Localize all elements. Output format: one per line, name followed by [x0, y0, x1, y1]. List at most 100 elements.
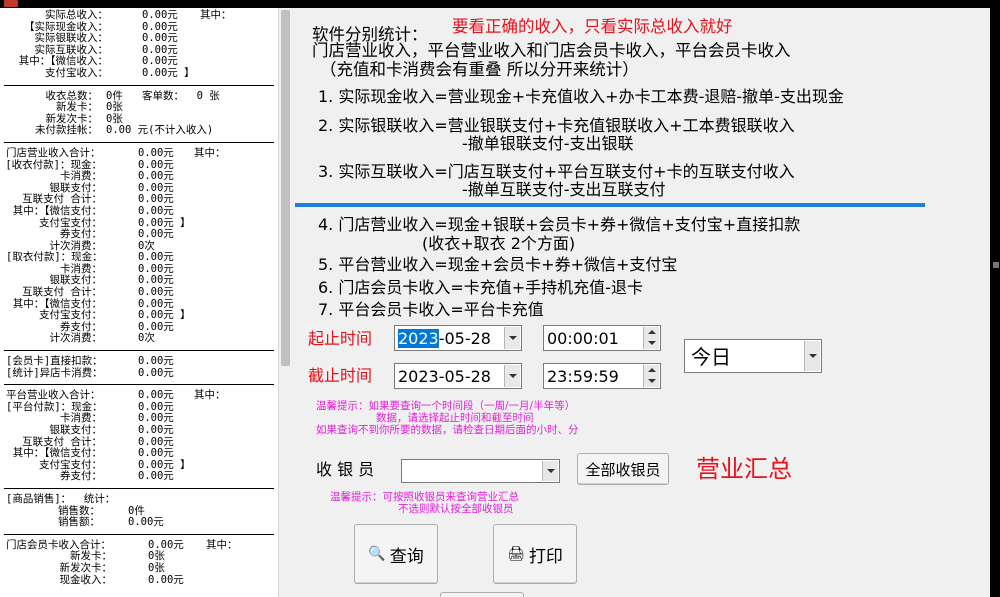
- report-row: 计次消费： 0次: [0, 333, 278, 345]
- report-value: 0.00 元(不计入收入): [106, 124, 214, 137]
- start-time-picker[interactable]: 00:00:01: [543, 325, 661, 351]
- report-row: [商品销售]： 统计：: [0, 493, 278, 506]
- report-separator: [4, 487, 274, 489]
- end-time-spinner[interactable]: [643, 365, 659, 387]
- report-row: 互联支付 合计： 0.00元: [0, 286, 278, 299]
- title-bar: [0, 0, 1000, 8]
- report-label: 门店营业收入合计：: [6, 146, 101, 159]
- report-value: 0次: [138, 332, 155, 345]
- report-row: 门店会员卡收入合计： 0.00元 其中：: [0, 539, 278, 552]
- report-row: 实际总收入： 0.00元 其中：: [0, 9, 278, 22]
- tip-time-range-cont: 数据，请选择起止时间和截至时间: [376, 412, 534, 424]
- start-date-rest: -05-28: [438, 329, 491, 348]
- chevron-down-icon: [809, 354, 817, 358]
- summary-title: 营业汇总: [696, 455, 792, 483]
- cashier-select[interactable]: [401, 459, 560, 483]
- cashier-dropdown[interactable]: [542, 461, 558, 481]
- print-button[interactable]: 🖨 打印: [493, 524, 577, 584]
- spin-up-icon: [648, 330, 656, 334]
- report-row: 销售额： 0.00元: [0, 517, 278, 529]
- formula-internet: 3. 实际互联收入=门店互联支付+平台互联支付+卡的互联支付收入: [318, 162, 795, 181]
- report-separator: [4, 350, 274, 352]
- spin-up-icon: [648, 368, 656, 372]
- formula-cash: 1. 实际现金收入=营业现金+卡充值收入+办卡工本费-退赔-撤单-支出现金: [318, 87, 844, 106]
- report-value: 0.00元: [138, 424, 174, 436]
- end-date-value: 2023-05-28: [398, 367, 491, 386]
- report-separator: [4, 84, 274, 86]
- report-label: 现金收入：: [59, 573, 113, 586]
- report-label: 支付宝收入：: [45, 66, 108, 79]
- report-value: 0张: [148, 561, 165, 574]
- report-row: 未付款挂帐： 0.00 元(不计入收入): [0, 125, 278, 137]
- report-row: 券支付： 0.00元: [0, 228, 278, 241]
- start-date-picker[interactable]: 2023-05-28: [394, 325, 522, 351]
- formula-internet-cont: -撤单互联支付-支出互联支付: [462, 180, 666, 199]
- start-time-spinner[interactable]: [643, 327, 659, 349]
- printer-icon: 🖨: [507, 546, 525, 562]
- stats-line-2: 门店营业收入，平台营业收入和门店会员卡收入，平台会员卡收入: [312, 41, 791, 60]
- report-value: 0.00元: [138, 204, 174, 217]
- app-icon: [4, 0, 18, 7]
- report-row: 新发卡： 0张: [0, 551, 278, 563]
- report-label: 券支付：: [60, 470, 102, 483]
- report-row: 支付宝收入： 0.00元 】: [0, 66, 278, 80]
- report-row: 新发卡： 0张: [0, 102, 278, 114]
- report-row: 其中：【微信支付： 0.00元: [0, 204, 278, 218]
- chevron-down-icon: [509, 374, 517, 378]
- report-row: 收衣总数： 0件 客单数： 0 张: [0, 89, 278, 103]
- report-value: 0张: [106, 101, 123, 114]
- end-date-picker[interactable]: 2023-05-28: [394, 363, 522, 389]
- main-panel: 软件分别统计： 要看正确的收入，只看实际总收入就好 门店营业收入，平台营业收入和…: [292, 8, 990, 597]
- report-row: 卡消费： 0.00元: [0, 171, 278, 183]
- report-note: 客单数： 0 张: [142, 89, 220, 102]
- report-note: 其中：: [194, 146, 226, 159]
- stats-line-3: （充值和卡消费会有重叠 所以分开来统计）: [320, 60, 639, 79]
- search-icon: 🔍: [368, 546, 386, 562]
- end-time-picker[interactable]: 23:59:59: [543, 363, 661, 389]
- report-label: 券支付：: [60, 228, 102, 241]
- tip-cashier-default: 不选则默认按全部收银员: [398, 503, 514, 515]
- tip-time-range: 温馨提示：如果要查询一个时间段（一周/一月/半年等）: [316, 400, 576, 412]
- resize-handle[interactable]: [993, 262, 999, 268]
- report-value: 0.00元: [138, 286, 174, 299]
- report-row: 现金收入： 0.00元: [0, 573, 278, 587]
- start-year-selected: 2023: [398, 329, 439, 348]
- period-select[interactable]: 今日: [684, 339, 822, 373]
- scrollbar-thumb[interactable]: [281, 10, 290, 366]
- start-date-dropdown[interactable]: [504, 327, 520, 349]
- start-time-label: 起止时间: [308, 329, 373, 348]
- report-value: 0.00元: [138, 366, 174, 379]
- spin-down-icon: [648, 379, 656, 383]
- formula-unionpay-cont: -撤单银联支付-支出银联: [462, 134, 634, 153]
- formula-unionpay: 2. 实际银联收入=营业银联支付+卡充值银联收入+工本费银联收入: [318, 116, 795, 135]
- end-time-label: 截止时间: [308, 366, 373, 385]
- report-label: 互联支付 合计：: [22, 286, 102, 299]
- all-cashiers-button[interactable]: 全部收银员: [577, 453, 669, 485]
- formula-platform-revenue: 5. 平台营业收入=现金+会员卡+券+微信+支付宝: [318, 255, 678, 274]
- report-value: 0.00元: [142, 9, 178, 21]
- report-label: 未付款挂帐：: [35, 124, 98, 137]
- end-date-dropdown[interactable]: [504, 365, 520, 387]
- end-time-value: 23:59:59: [547, 367, 619, 386]
- divider-line: [295, 203, 925, 207]
- chevron-down-icon: [547, 469, 555, 473]
- report-text: 实际总收入： 0.00元 其中： 【实际现金收入： 0.00元 实际银联收入： 0.00元实…: [0, 8, 278, 586]
- report-label: 银联支付：: [49, 424, 103, 436]
- report-row: 其中：【微信收入： 0.00元: [0, 56, 278, 68]
- report-row: 新发次卡： 0张: [0, 561, 278, 575]
- report-row: 券支付： 0.00元: [0, 471, 278, 483]
- report-scrollbar[interactable]: [278, 8, 292, 597]
- report-row: [会员卡]直接扣款： 0.00元: [0, 355, 278, 368]
- extra-button-partial[interactable]: [440, 592, 524, 597]
- spin-down-icon: [648, 341, 656, 345]
- report-row: 门店营业收入合计： 0.00元 其中：: [0, 146, 278, 160]
- report-label: 新发卡：: [56, 101, 98, 114]
- report-value: 0.00元: [128, 516, 164, 529]
- chevron-down-icon: [509, 336, 517, 340]
- report-separator: [4, 384, 274, 386]
- search-button[interactable]: 🔍 查询: [354, 524, 438, 584]
- report-value: 0.00元: [138, 146, 174, 159]
- period-dropdown[interactable]: [804, 341, 820, 371]
- report-value: 0.00元: [138, 470, 174, 483]
- report-note: 其中：: [194, 389, 226, 402]
